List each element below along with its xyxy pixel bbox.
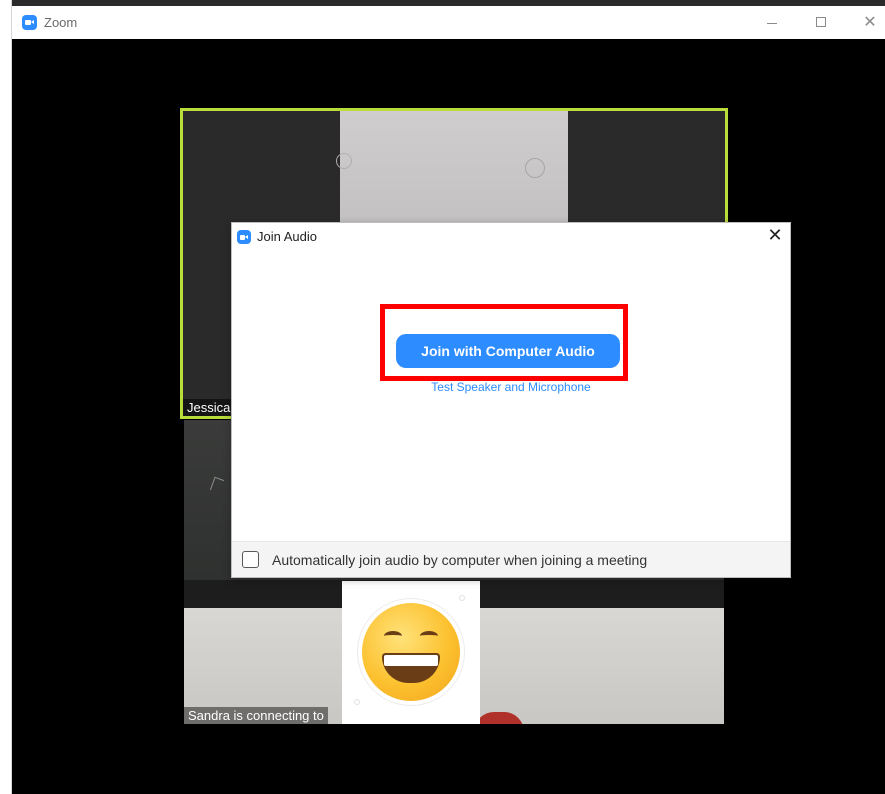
close-window-button[interactable]: ✕ [860,12,880,32]
close-icon[interactable]: ✕ [764,225,786,247]
join-audio-dialog: Join Audio ✕ Join with Computer Audio Te… [231,222,791,578]
minimize-icon [767,23,777,24]
auto-join-checkbox[interactable] [242,551,259,568]
dialog-footer: Automatically join audio by computer whe… [232,541,790,577]
participant-name-label: Jessica [183,399,235,416]
join-with-computer-audio-button[interactable]: Join with Computer Audio [396,334,620,368]
emoji-eye [420,631,438,641]
emoji-teeth [384,655,438,666]
decor-dot [459,595,465,601]
camera-artifact [525,158,545,178]
background-window-edge [0,0,12,794]
participant-status-label: Sandra is connecting to [184,707,328,724]
test-speaker-microphone-link[interactable]: Test Speaker and Microphone [232,380,790,394]
auto-join-label[interactable]: Automatically join audio by computer whe… [272,552,647,568]
decor-dot [354,699,360,705]
emoji-eye [384,631,402,641]
dialog-title: Join Audio [257,229,317,244]
maximize-button[interactable] [811,12,831,32]
emoji-mouth [382,653,440,683]
window-title: Zoom [44,15,78,30]
window-titlebar: Zoom ✕ [12,6,885,39]
minimize-button[interactable] [762,12,782,32]
emoji-card [342,581,480,724]
camera-artifact [336,153,352,169]
maximize-icon [816,17,826,27]
zoom-logo-icon [237,230,251,244]
screen: Zoom ✕ Jessica Sandra is connecting to J… [0,0,885,794]
zoom-logo-icon [22,15,37,30]
grinning-face-emoji-icon [362,603,460,701]
